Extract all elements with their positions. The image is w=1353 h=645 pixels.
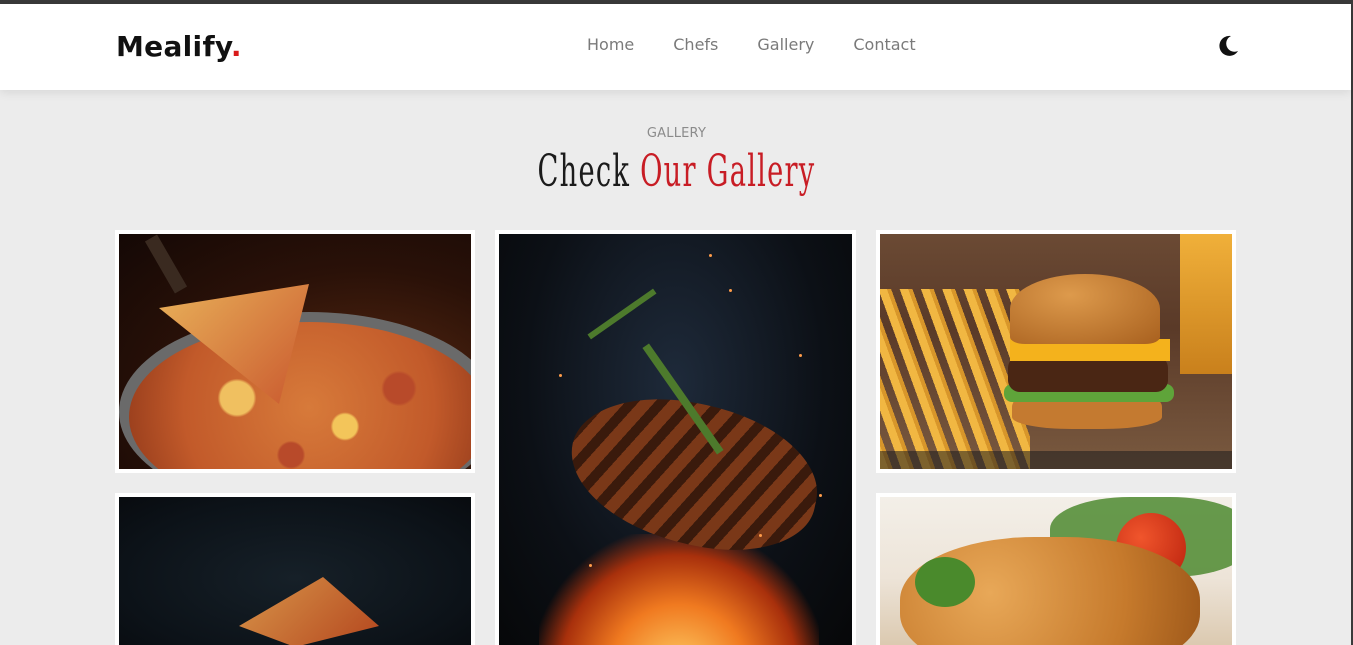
site-logo[interactable]: Mealify. [116,30,242,63]
site-header: Mealify. Home Chefs Gallery Contact [0,4,1351,90]
logo-text: Mealify [116,30,231,63]
flying-pizza-slice-photo [119,497,471,645]
nav-chefs[interactable]: Chefs [673,35,718,54]
moon-icon[interactable] [1216,34,1240,58]
section-title: Check Our Gallery [257,146,1096,197]
gallery-item-flying-pizza[interactable] [115,493,475,645]
fried-chicken-photo [880,497,1232,645]
grilled-steak-photo [499,234,852,645]
pizza-photo [119,234,471,469]
section-eyebrow: GALLERY [646,126,707,141]
gallery-item-burger[interactable] [876,230,1236,473]
section-title-plain: Check [537,146,631,197]
section-title-accent: Our Gallery [640,146,816,197]
nav-contact[interactable]: Contact [853,35,915,54]
burger-fries-photo [880,234,1232,469]
logo-dot: . [230,30,242,63]
gallery-item-steak[interactable] [495,230,856,645]
gallery-item-pizza[interactable] [115,230,475,473]
nav-home[interactable]: Home [587,35,634,54]
main-nav: Home Chefs Gallery Contact [587,35,916,54]
gallery-item-fried-chicken[interactable] [876,493,1236,645]
nav-gallery[interactable]: Gallery [757,35,814,54]
